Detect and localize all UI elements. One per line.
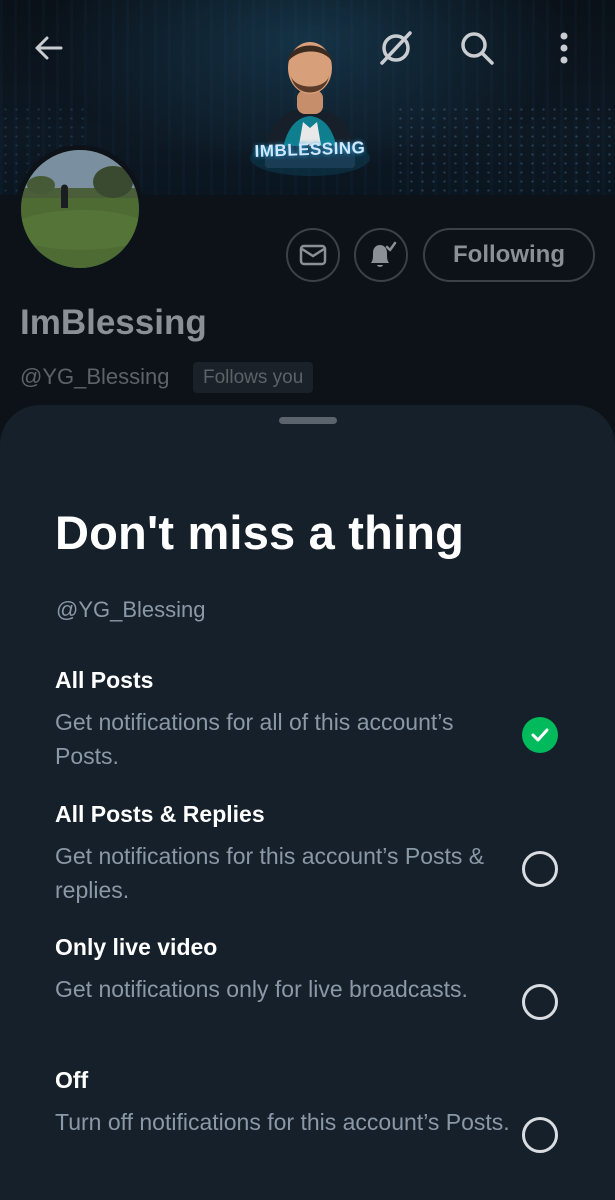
search-icon: [461, 32, 494, 65]
following-button[interactable]: Following: [423, 228, 595, 282]
option-all-posts-replies[interactable]: All Posts & Replies Get notifications fo…: [0, 801, 615, 921]
radio-unselected[interactable]: [522, 1117, 558, 1153]
option-all-posts[interactable]: All Posts Get notifications for all of t…: [0, 667, 615, 787]
radio-selected[interactable]: [522, 717, 558, 753]
radio-unselected[interactable]: [522, 851, 558, 887]
grok-button[interactable]: [374, 26, 418, 70]
option-title: Off: [55, 1067, 89, 1093]
back-button[interactable]: [26, 26, 70, 70]
message-button[interactable]: [286, 228, 340, 282]
sheet-drag-handle[interactable]: [279, 417, 337, 424]
search-button[interactable]: [455, 26, 499, 70]
option-title: All Posts & Replies: [55, 801, 265, 827]
profile-display-name: ImBlessing: [20, 303, 207, 342]
option-description: Turn off notifications for this account’…: [55, 1109, 510, 1135]
option-description: Get notifications for all of this accoun…: [55, 709, 454, 769]
banner-decoration: [395, 105, 615, 195]
notification-settings-sheet: Don't miss a thing @YG_Blessing All Post…: [0, 405, 615, 1200]
option-title: Only live video: [55, 934, 218, 960]
radio-unselected[interactable]: [522, 984, 558, 1020]
sheet-title: Don't miss a thing: [55, 506, 465, 559]
follows-you-badge: Follows you: [193, 362, 314, 393]
notifications-button[interactable]: [354, 228, 408, 282]
arrow-left-icon: [35, 36, 63, 60]
option-title: All Posts: [55, 667, 154, 693]
option-off[interactable]: Off Turn off notifications for this acco…: [0, 1067, 615, 1187]
banner-logo-text: IMBLESSING: [254, 138, 366, 161]
envelope-icon: [299, 244, 327, 266]
check-icon: [531, 728, 549, 742]
bell-check-icon: [371, 241, 397, 267]
option-description: Get notifications for this account’s Pos…: [55, 843, 485, 903]
option-only-live-video[interactable]: Only live video Get notifications only f…: [0, 934, 615, 1054]
vertical-dots-icon: [560, 32, 568, 64]
profile-handle: @YG_Blessing: [20, 364, 170, 389]
more-button[interactable]: [542, 26, 586, 70]
profile-avatar[interactable]: [11, 145, 151, 273]
sheet-account-handle: @YG_Blessing: [56, 597, 206, 622]
profile-screen: IMBLESSING Following ImBlessing @YG_Bles…: [0, 0, 615, 1200]
avatar-image: [11, 150, 151, 268]
option-description: Get notifications only for live broadcas…: [55, 976, 468, 1002]
slashed-circle-icon: [380, 31, 412, 65]
